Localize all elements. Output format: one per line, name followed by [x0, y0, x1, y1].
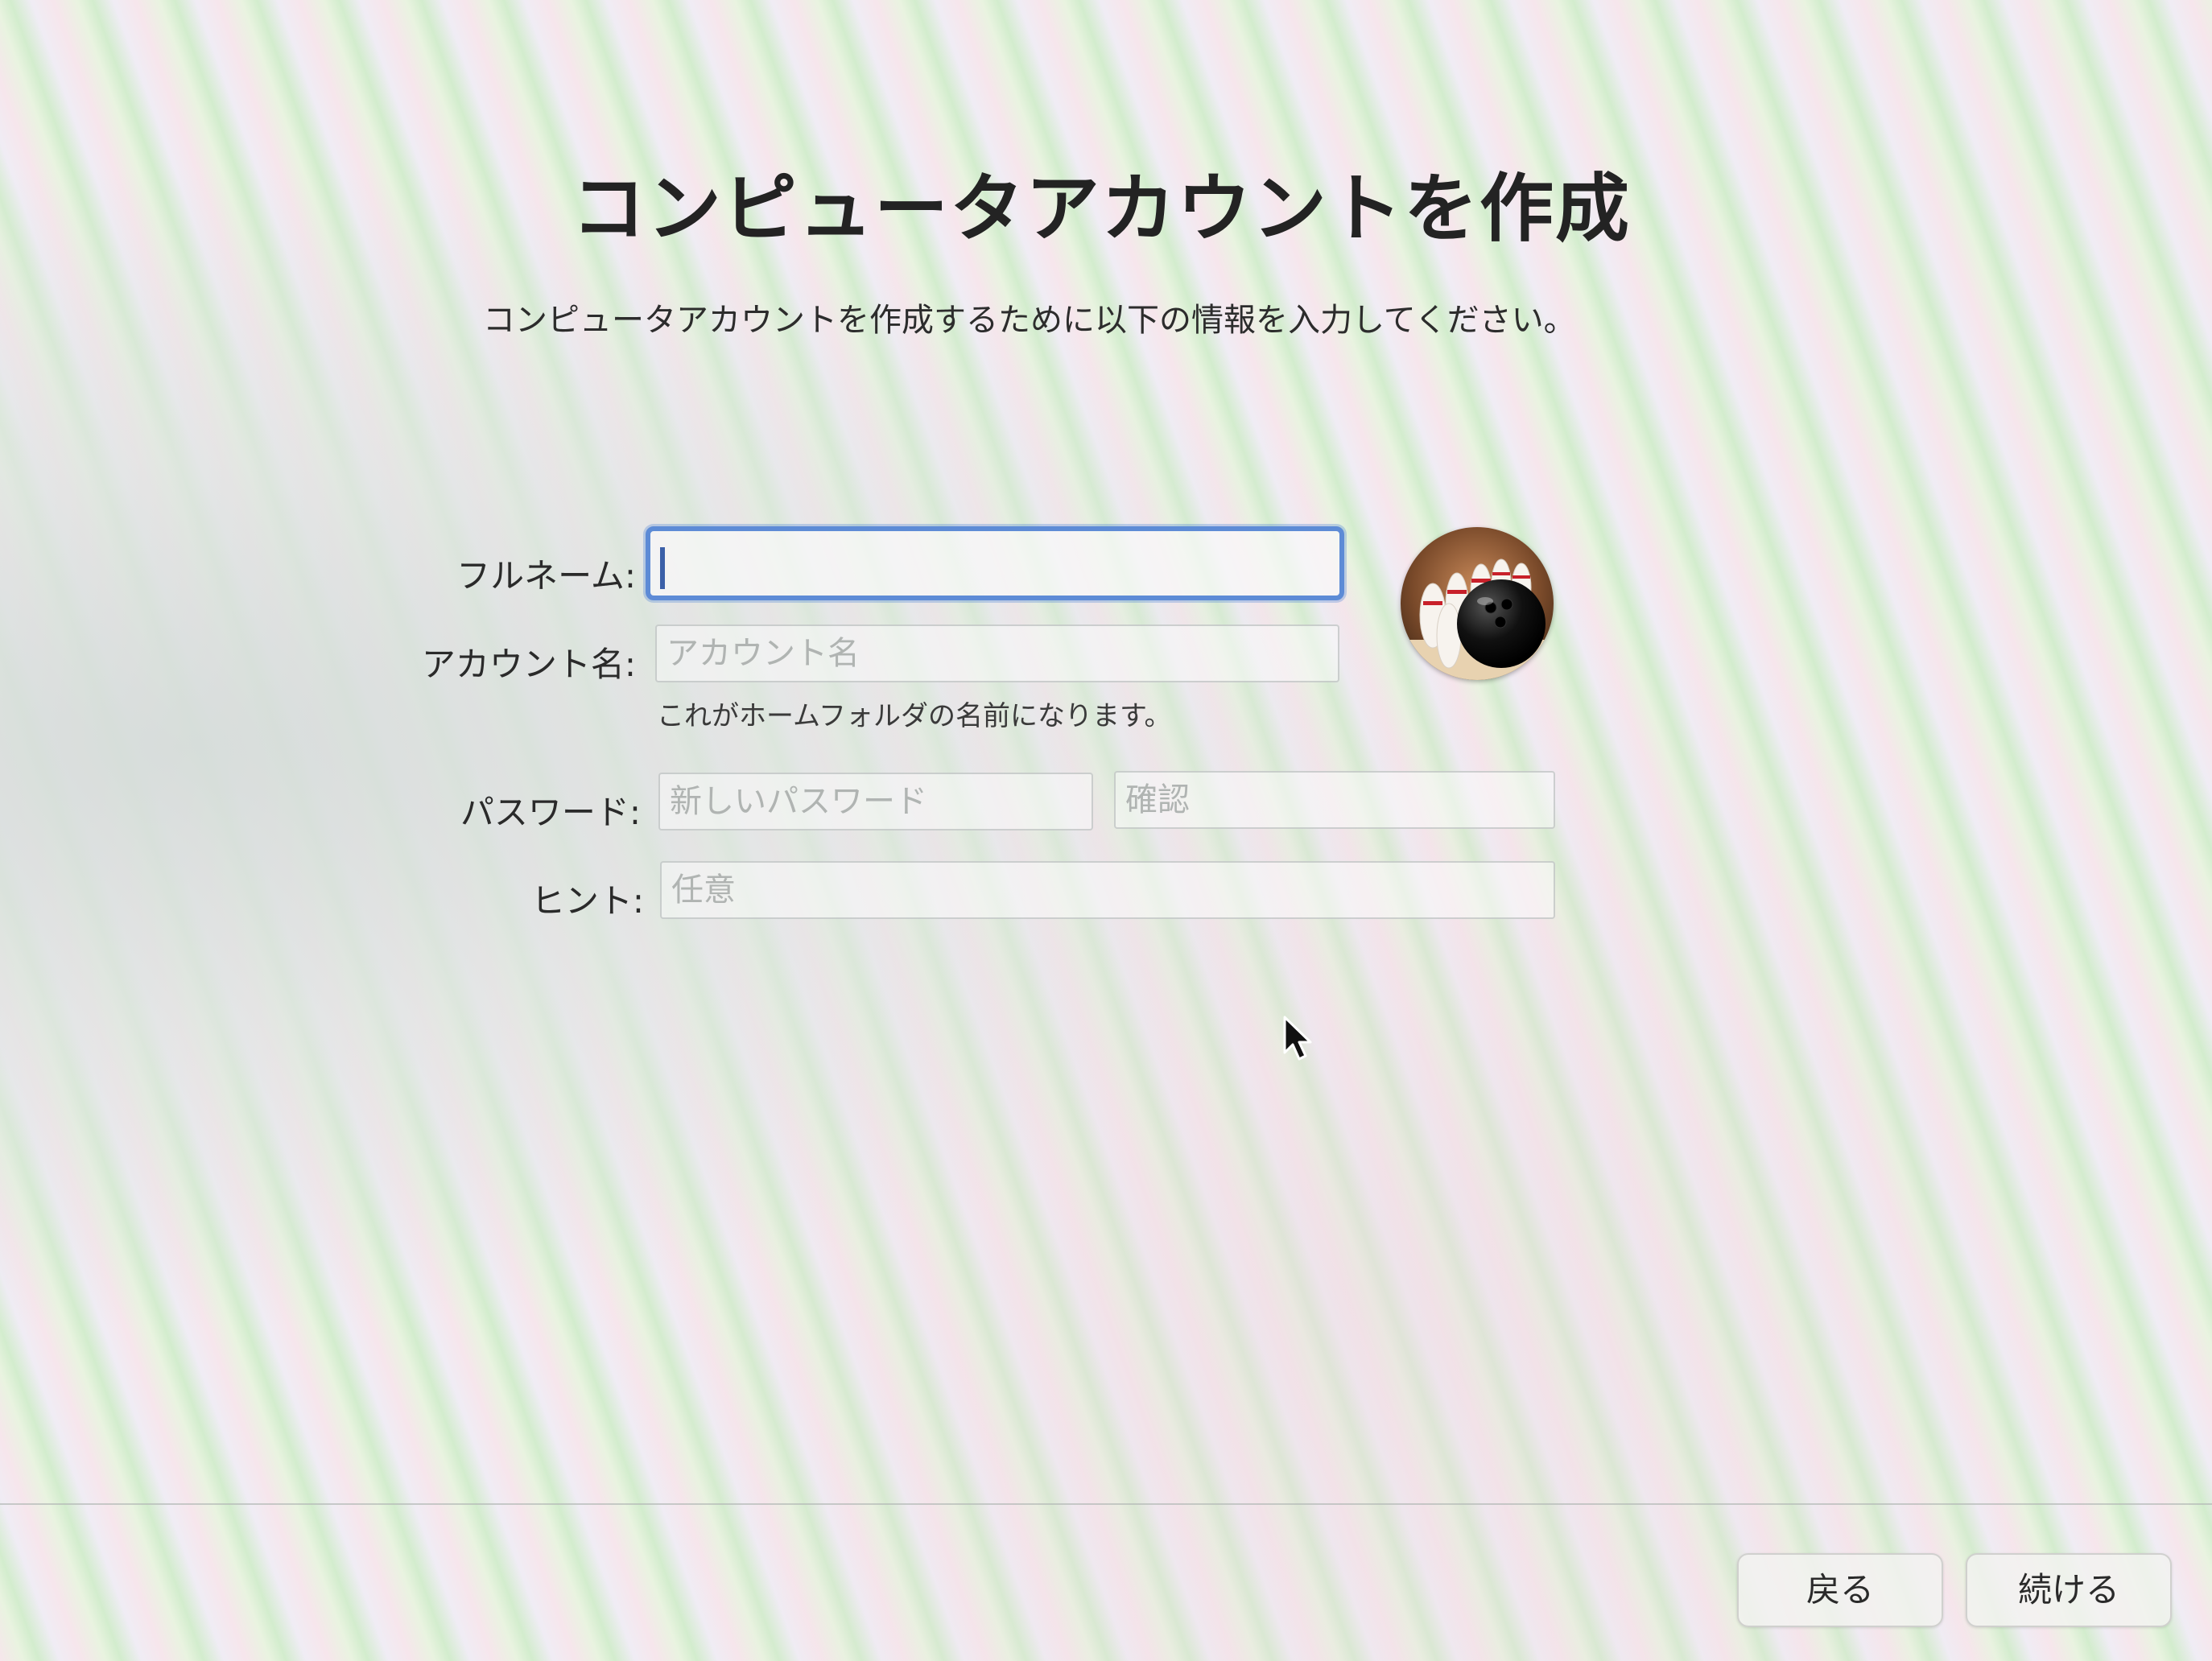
- page-title: コンピュータアカウントを作成: [572, 166, 1632, 252]
- continue-button[interactable]: 続ける: [1966, 1553, 2172, 1627]
- text-caret: [660, 547, 665, 589]
- back-button[interactable]: 戻る: [1737, 1553, 1943, 1627]
- page-subtitle: コンピュータアカウントを作成するために以下の情報を入力してください。: [483, 302, 1576, 339]
- setup-assistant-pane: コンピュータアカウントを作成 コンピュータアカウントを作成するために以下の情報を…: [0, 0, 2212, 1661]
- footer-divider: [0, 1503, 2212, 1505]
- mouse-pointer-icon: [1283, 1016, 1312, 1061]
- bowling-ball-pins-icon: [1401, 527, 1554, 680]
- account-name-note: これがホームフォルダの名前になります。: [657, 700, 1172, 732]
- account-name-field[interactable]: [655, 624, 1339, 682]
- hint-field[interactable]: [660, 861, 1555, 919]
- user-avatar[interactable]: [1401, 527, 1554, 680]
- account-name-label: アカウント名:: [421, 645, 636, 684]
- hint-label: ヒント:: [530, 881, 644, 921]
- full-name-field[interactable]: [646, 526, 1344, 600]
- password-label: パスワード:: [460, 793, 641, 832]
- full-name-label: フルネーム:: [456, 556, 636, 596]
- confirm-password-field[interactable]: [1114, 771, 1555, 829]
- new-password-field[interactable]: [658, 773, 1093, 830]
